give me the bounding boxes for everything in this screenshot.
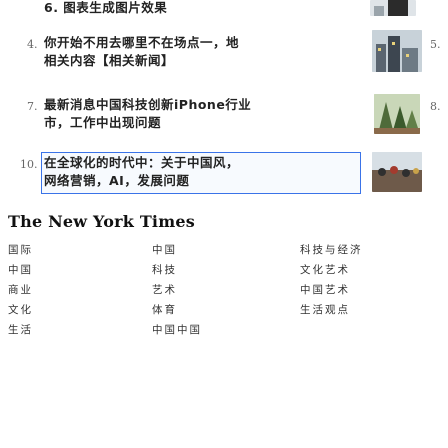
headline-line: 在全球化的时代中：关于中国风， xyxy=(44,155,240,170)
city-buildings-icon[interactable] xyxy=(372,30,422,72)
news-item[interactable]: 10. 在全球化的时代中：关于中国风， 网络营销，AI，发展问题 xyxy=(0,148,448,200)
section-link[interactable]: 文化 xyxy=(8,300,33,320)
news-number: 7. xyxy=(27,100,38,113)
news-number: 4. xyxy=(27,38,38,51)
news-headline[interactable]: 6. 图表生成图片效果 xyxy=(44,0,167,17)
headline-line: 你开始不用去哪里不在场点一，地 xyxy=(44,35,240,50)
section-link[interactable]: 文化艺术 xyxy=(300,260,363,280)
news-headline[interactable]: 在全球化的时代中：关于中国风， 网络营销，AI，发展问题 xyxy=(44,154,239,190)
section-link[interactable]: 生活观点 xyxy=(300,300,363,320)
section-link[interactable]: 中国 xyxy=(152,240,202,260)
section-column: 国际 中国 商业 文化 生活 xyxy=(8,240,33,340)
section-column: 科技与经济 文化艺术 中国艺术 生活观点 xyxy=(300,240,363,320)
news-item[interactable]: 4. 你开始不用去哪里不在场点一，地 相关内容【相关新闻】 5. xyxy=(0,28,448,88)
section-link[interactable]: 生活 xyxy=(8,320,33,340)
section-link[interactable]: 科技与经济 xyxy=(300,240,363,260)
section-link[interactable]: 商业 xyxy=(8,280,33,300)
section-link[interactable]: 艺术 xyxy=(152,280,202,300)
news-item[interactable]: 6. 图表生成图片效果 xyxy=(0,0,448,24)
crowd-parade-icon[interactable] xyxy=(372,152,422,192)
person-dark-icon[interactable] xyxy=(370,0,416,16)
news-side-number: 5. xyxy=(430,38,441,51)
section-link[interactable]: 中国 xyxy=(8,260,33,280)
section-link[interactable]: 体育 xyxy=(152,300,202,320)
site-masthead[interactable]: The New York Times xyxy=(8,212,195,231)
news-list: 6. 图表生成图片效果 4. 你开始不用去哪里不在场点一，地 相关内容【相关新闻… xyxy=(0,0,448,200)
news-number: 10. xyxy=(20,158,38,171)
headline-line: 相关内容【相关新闻】 xyxy=(44,53,175,68)
section-link[interactable]: 国际 xyxy=(8,240,33,260)
section-column: 中国 科技 艺术 体育 中国中国 xyxy=(152,240,202,340)
section-link[interactable]: 中国艺术 xyxy=(300,280,363,300)
headline-line: 最新消息中国科技创新iPhone行业 xyxy=(44,97,252,112)
news-side-number: 8. xyxy=(430,100,441,113)
headline-line: 网络营销，AI，发展问题 xyxy=(44,173,190,188)
news-headline[interactable]: 最新消息中国科技创新iPhone行业 市，工作中出现问题 xyxy=(44,96,251,132)
forest-scene-icon[interactable] xyxy=(374,94,420,134)
news-headline[interactable]: 你开始不用去哪里不在场点一，地 相关内容【相关新闻】 xyxy=(44,34,239,70)
section-link[interactable]: 科技 xyxy=(152,260,202,280)
section-link[interactable]: 中国中国 xyxy=(152,320,202,340)
news-item[interactable]: 7. 最新消息中国科技创新iPhone行业 市，工作中出现问题 8. xyxy=(0,88,448,148)
section-directory: 国际 中国 商业 文化 生活 中国 科技 艺术 体育 中国中国 科技与经济 文化… xyxy=(0,240,448,448)
headline-line: 市，工作中出现问题 xyxy=(44,115,162,130)
